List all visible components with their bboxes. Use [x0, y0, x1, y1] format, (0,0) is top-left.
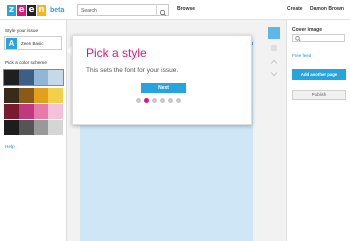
logo-letter-z: z: [7, 4, 16, 16]
logo-letter-e2: e: [27, 4, 36, 16]
font-style-selector[interactable]: A Zeen Basic: [4, 36, 62, 50]
top-bar: z e e n beta Browse Create Damon Brown: [0, 0, 350, 20]
modal-subtitle: This sets the font for your issue.: [86, 67, 179, 74]
swatch-2-3: [33, 88, 49, 103]
search-input[interactable]: [81, 6, 151, 15]
swatch-3-4: [48, 104, 63, 119]
swatch-3-1: [4, 104, 19, 119]
cover-image-label: Cover image: [292, 27, 323, 33]
create-link[interactable]: Create: [287, 6, 303, 12]
cover-image-input[interactable]: [292, 34, 345, 42]
publish-button[interactable]: Publish: [292, 90, 346, 100]
search-box[interactable]: [77, 4, 169, 16]
step-dot-4[interactable]: [160, 98, 165, 103]
logo-letter-e1: e: [17, 4, 26, 16]
color-scheme-3[interactable]: [4, 104, 63, 119]
modal-title: Pick a style: [86, 46, 147, 60]
color-scheme-label: Pick a color scheme: [5, 60, 47, 65]
swatch-2-4: [48, 88, 63, 103]
next-button[interactable]: Next: [141, 83, 186, 93]
step-dot-5[interactable]: [168, 98, 173, 103]
style-sidebar: Style your issue A Zeen Basic Pick a col…: [0, 20, 67, 241]
swatch-4-3: [33, 120, 49, 135]
color-scheme-2[interactable]: [4, 88, 63, 103]
help-link[interactable]: Help: [5, 144, 15, 149]
free-feed-link[interactable]: Free feed: [292, 53, 311, 58]
chevron-up-icon[interactable]: [270, 58, 278, 66]
lines-icon[interactable]: [270, 44, 278, 52]
color-scheme-4[interactable]: [4, 120, 63, 135]
swatch-2-2: [18, 88, 34, 103]
swatch-3-3: [33, 104, 49, 119]
logo-letter-n: n: [37, 4, 46, 16]
step-indicator: [136, 98, 184, 103]
swatch-1-3: [33, 70, 49, 85]
cover-sidebar: Cover image Free feed Add another page P…: [286, 20, 350, 241]
font-letter-icon: A: [6, 38, 17, 49]
search-icon: [159, 9, 166, 16]
beta-label: beta: [50, 6, 65, 14]
style-issue-label: Style your issue: [5, 28, 39, 33]
search-icon: [295, 36, 301, 42]
page-thumbnail[interactable]: [268, 27, 280, 39]
swatch-1-2: [18, 70, 34, 85]
step-dot-2[interactable]: [144, 98, 149, 103]
swatch-1-1: [4, 70, 19, 85]
user-name-link[interactable]: Damon Brown: [310, 6, 344, 12]
step-dot-1[interactable]: [136, 98, 141, 103]
swatch-4-2: [18, 120, 34, 135]
add-page-button[interactable]: Add another page: [292, 69, 346, 80]
swatch-4-1: [4, 120, 19, 135]
font-style-name: Zeen Basic: [21, 41, 44, 46]
swatch-1-4: [48, 70, 63, 85]
chevron-down-icon[interactable]: [270, 70, 278, 78]
step-dot-6[interactable]: [176, 98, 181, 103]
search-button[interactable]: [156, 5, 168, 16]
swatch-2-1: [4, 88, 19, 103]
color-scheme-1[interactable]: [3, 69, 64, 86]
step-dot-3[interactable]: [152, 98, 157, 103]
zeen-logo[interactable]: z e e n beta: [7, 4, 64, 16]
swatch-3-2: [18, 104, 34, 119]
swatch-4-4: [48, 120, 63, 135]
browse-link[interactable]: Browse: [177, 6, 195, 12]
onboarding-modal: Pick a style This sets the font for your…: [72, 35, 252, 125]
